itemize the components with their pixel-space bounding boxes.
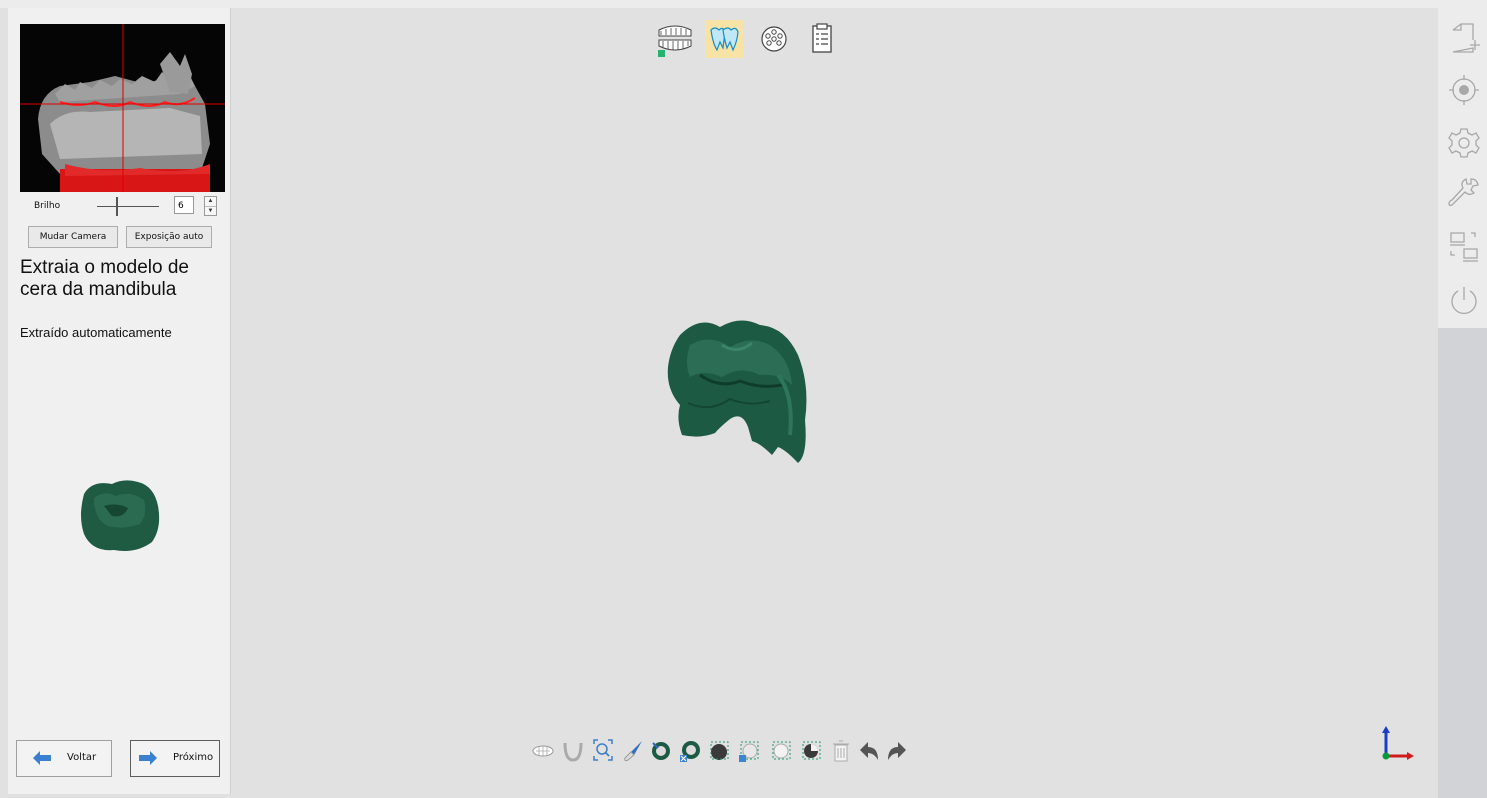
- wax-model-3d[interactable]: [660, 315, 815, 470]
- bottom-tool-arch[interactable]: [562, 738, 584, 764]
- bottom-tool-lasso[interactable]: [770, 738, 792, 764]
- auto-exposure-button[interactable]: Exposição auto: [126, 226, 212, 248]
- wrench-icon: [1448, 178, 1479, 207]
- teeth-tool[interactable]: [705, 20, 743, 58]
- marker-tool[interactable]: [755, 20, 793, 58]
- crop-icon: [802, 741, 821, 760]
- jaws-icon: [658, 25, 692, 57]
- bottom-tool-delete[interactable]: [830, 738, 852, 764]
- target-button[interactable]: [1447, 73, 1481, 107]
- power-icon: [1451, 287, 1477, 315]
- brightness-value-input[interactable]: 6: [174, 196, 194, 214]
- clipboard-icon: [812, 23, 832, 53]
- tools-button[interactable]: [1447, 176, 1481, 210]
- tooth-preview-thumbnail: [74, 476, 166, 556]
- arch-icon: [563, 742, 583, 762]
- jaw-tool[interactable]: [656, 20, 694, 58]
- bottom-tool-zoom-fit[interactable]: [592, 738, 614, 764]
- select-exclude-icon: [680, 741, 700, 762]
- lasso-icon: [772, 741, 791, 760]
- display-switch-icon: [1450, 232, 1478, 262]
- region-deselect-icon: [739, 741, 759, 762]
- change-camera-button[interactable]: Mudar Camera: [28, 226, 118, 248]
- back-button-label: Voltar: [67, 752, 97, 763]
- select-include-icon: [652, 742, 670, 760]
- bottom-tool-select-include[interactable]: [650, 738, 672, 764]
- arrow-right-icon: [139, 751, 157, 765]
- display-switch-button[interactable]: [1447, 229, 1481, 263]
- next-button-label: Próximo: [173, 752, 214, 763]
- brush-icon: [624, 741, 642, 762]
- bottom-tool-select-exclude[interactable]: [679, 738, 701, 764]
- report-tool[interactable]: [803, 20, 841, 58]
- target-icon: [1449, 75, 1479, 105]
- step-title: Extraia o modelo de cera da mandibula: [20, 257, 189, 300]
- spinner-up-icon[interactable]: ▲: [205, 197, 216, 206]
- brightness-control: Brilho 6 ▲ ▼: [14, 196, 226, 222]
- trash-icon: [833, 740, 849, 762]
- teeth-side-icon: [532, 745, 554, 757]
- teeth-icon: [710, 27, 739, 52]
- bottom-tool-region-deselect[interactable]: [738, 738, 760, 764]
- bottom-tool-crop[interactable]: [800, 738, 822, 764]
- step-status: Extraído automaticamente: [20, 325, 172, 340]
- bottom-tool-undo[interactable]: [858, 738, 880, 764]
- gear-icon: [1448, 128, 1480, 158]
- brightness-label: Brilho: [34, 201, 61, 211]
- bottom-tool-region-select[interactable]: [708, 738, 730, 764]
- dot-circle-icon: [761, 26, 787, 52]
- brightness-slider-thumb[interactable]: [109, 197, 118, 216]
- bottom-tool-redo[interactable]: [886, 738, 908, 764]
- back-button[interactable]: Voltar: [16, 740, 112, 777]
- window-top-frame: [0, 0, 1487, 8]
- new-file-icon: [1452, 23, 1480, 53]
- bottom-tool-brush[interactable]: [622, 738, 644, 764]
- power-button[interactable]: [1447, 284, 1481, 318]
- zoom-fit-icon: [593, 739, 613, 761]
- brightness-spinner[interactable]: ▲ ▼: [204, 196, 217, 216]
- bottom-tool-teeth-side[interactable]: [532, 738, 554, 764]
- axis-indicator: [1374, 724, 1416, 766]
- next-button[interactable]: Próximo: [130, 740, 220, 777]
- undo-icon: [860, 742, 878, 760]
- arrow-left-icon: [33, 751, 51, 765]
- camera-preview: [20, 24, 225, 192]
- settings-button[interactable]: [1447, 126, 1481, 160]
- camera-buttons: Mudar Camera Exposição auto: [14, 226, 226, 254]
- redo-icon: [888, 742, 906, 760]
- region-select-icon: [710, 741, 729, 760]
- axis-icon: [1382, 726, 1414, 760]
- brightness-slider-track[interactable]: [97, 206, 159, 207]
- spinner-down-icon[interactable]: ▼: [205, 206, 216, 216]
- new-file-button[interactable]: [1447, 22, 1481, 56]
